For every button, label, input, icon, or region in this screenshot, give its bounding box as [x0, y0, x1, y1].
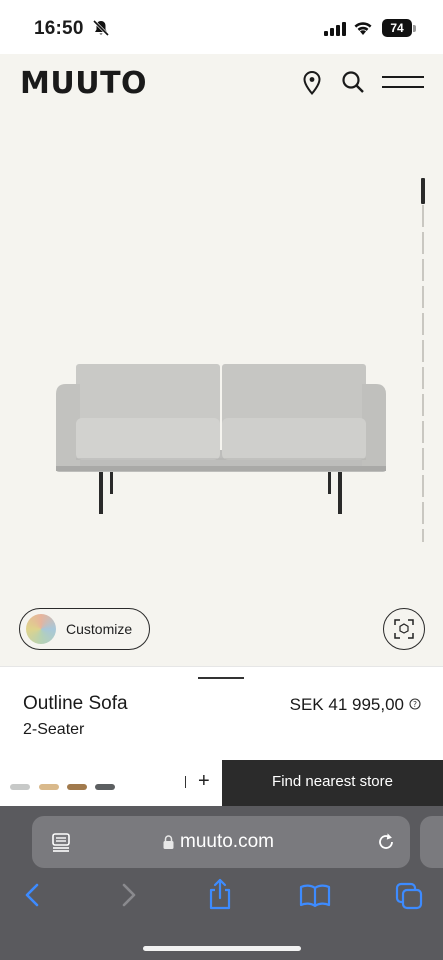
location-pin-icon[interactable] — [302, 70, 322, 96]
find-store-button[interactable]: Find nearest store — [222, 760, 443, 806]
wifi-icon — [354, 22, 372, 35]
back-chevron-icon[interactable] — [24, 882, 40, 908]
tabs-icon[interactable] — [395, 882, 423, 910]
svg-text:?: ? — [413, 700, 417, 709]
color-wheel-icon — [26, 614, 56, 644]
quantity-divider — [185, 776, 186, 788]
search-icon[interactable] — [341, 70, 365, 94]
muuto-logo[interactable]: MUUTO — [20, 66, 147, 101]
site-header: MUUTO — [0, 54, 443, 118]
clock: 16:50 — [34, 18, 84, 39]
address-bar[interactable]: muuto.com — [32, 816, 410, 868]
product-sheet: Outline Sofa 2-Seater SEK 41 995,00 ? — [0, 666, 443, 761]
purchase-bar: + Find nearest store — [0, 760, 443, 806]
battery-indicator: 74 — [382, 19, 412, 37]
color-swatches: + — [0, 760, 222, 806]
gallery-scroll-track — [422, 178, 424, 542]
status-bar: 16:50 74 — [0, 0, 443, 54]
ar-view-button[interactable] — [383, 608, 425, 650]
battery-cap — [413, 25, 416, 32]
reload-icon[interactable] — [376, 832, 396, 852]
price-info-icon[interactable]: ? — [409, 698, 421, 710]
ar-view-icon — [394, 619, 414, 639]
customize-button[interactable]: Customize — [19, 608, 150, 650]
cellular-signal-icon — [324, 22, 346, 36]
swatch-light-grey[interactable] — [10, 784, 30, 790]
share-icon[interactable] — [207, 878, 233, 910]
gallery-scroll-thumb[interactable] — [421, 178, 425, 204]
lock-icon — [163, 835, 174, 849]
sheet-grabber[interactable] — [198, 677, 244, 679]
swatch-sand[interactable] — [39, 784, 59, 790]
customize-label: Customize — [66, 621, 133, 637]
sofa-image — [56, 364, 386, 514]
browser-toolbar: muuto.com — [0, 806, 443, 960]
muted-bell-icon — [92, 19, 110, 37]
url-text: muuto.com — [180, 831, 274, 852]
next-tab-address-bar[interactable] — [420, 816, 443, 868]
swatch-dark-grey[interactable] — [95, 784, 115, 790]
forward-chevron-icon[interactable] — [121, 882, 137, 908]
product-name: Outline Sofa — [23, 693, 128, 714]
bookmarks-icon[interactable] — [299, 884, 331, 908]
swatch-cognac[interactable] — [67, 784, 87, 790]
quantity-increment-button[interactable]: + — [198, 770, 210, 793]
product-gallery[interactable]: Customize — [0, 118, 443, 666]
menu-icon[interactable] — [382, 74, 424, 90]
reader-mode-icon[interactable] — [52, 832, 70, 852]
product-variant: 2-Seater — [23, 721, 85, 738]
product-price: SEK 41 995,00 — [289, 695, 404, 714]
home-indicator[interactable] — [143, 946, 301, 951]
